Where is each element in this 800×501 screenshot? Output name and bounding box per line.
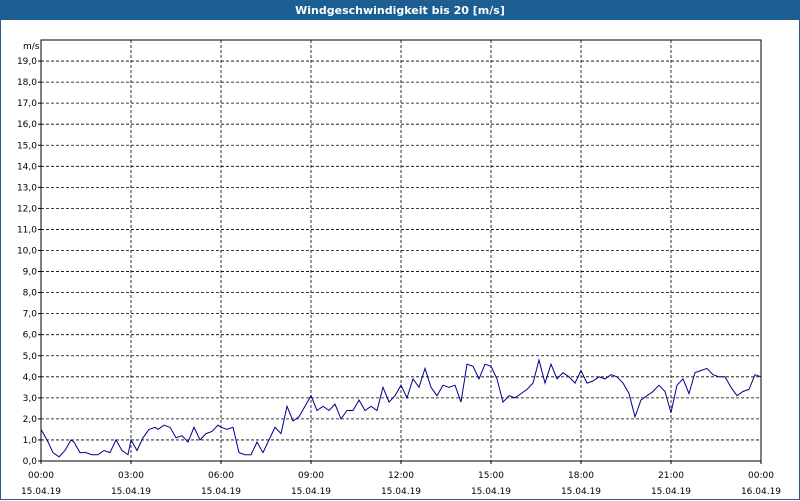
x-tick-date-label: 15.04.19 [651,487,691,497]
y-tick-label: 12,0 [17,204,37,214]
x-tick-time-label: 21:00 [658,471,684,481]
x-tick-time-label: 06:00 [208,471,234,481]
y-tick-label: 5,0 [23,352,38,362]
x-tick-time-label: 18:00 [568,471,594,481]
x-tick-time-label: 15:00 [478,471,504,481]
y-tick-label: 18,0 [17,78,37,88]
y-tick-label: 0,0 [23,457,38,467]
x-tick-date-label: 15.04.19 [381,487,421,497]
grid-lines [41,40,761,461]
x-tick-date-label: 15.04.19 [291,487,331,497]
x-tick-time-label: 00:00 [28,471,54,481]
x-tick-date-label: 15.04.19 [111,487,151,497]
y-tick-label: 4,0 [23,373,38,383]
x-tick-date-label: 15.04.19 [471,487,511,497]
x-tick-time-label: 09:00 [298,471,324,481]
y-tick-label: 13,0 [17,183,37,193]
y-tick-label: 14,0 [17,162,37,172]
chart-window: Windgeschwindigkeit bis 20 [m/s] 0,0 1,0 2… [0,0,800,500]
x-tick-date-label: 15.04.19 [561,487,601,497]
y-tick-label: 8,0 [23,289,38,299]
y-tick-label: 10,0 [17,247,37,257]
x-tick-date-label: 15.04.19 [201,487,241,497]
x-tick-time-label: 12:00 [388,471,414,481]
y-axis-unit-label: m/s [23,42,40,52]
x-axis-ticks: 00:00 15.04.19 03:00 15.04.19 06:00 15.04.19 0… [21,461,781,497]
y-tick-label: 1,0 [23,436,38,446]
x-tick-date-label: 15.04.19 [21,487,61,497]
y-tick-label: 11,0 [17,225,37,235]
y-tick-label: 16,0 [17,120,37,130]
y-tick-label: 9,0 [23,268,38,278]
x-tick-time-label: 00:00 [748,471,774,481]
y-tick-label: 17,0 [17,99,37,109]
y-tick-label: 19,0 [17,57,37,67]
y-tick-label: 2,0 [23,415,38,425]
y-tick-label: 15,0 [17,141,37,151]
x-tick-date-label: 16.04.19 [741,487,781,497]
y-tick-label: 7,0 [23,310,38,320]
y-axis-ticks: 0,0 1,0 2,0 3,0 4,0 5,0 6,0 7,0 8,0 9,0 10,0 11,0 12… [17,57,41,467]
x-tick-time-label: 03:00 [118,471,144,481]
y-tick-label: 6,0 [23,331,38,341]
wind-speed-chart: 0,0 1,0 2,0 3,0 4,0 5,0 6,0 7,0 8,0 9,0 10,0 11,0 12… [17,39,781,497]
y-tick-label: 3,0 [23,394,38,404]
